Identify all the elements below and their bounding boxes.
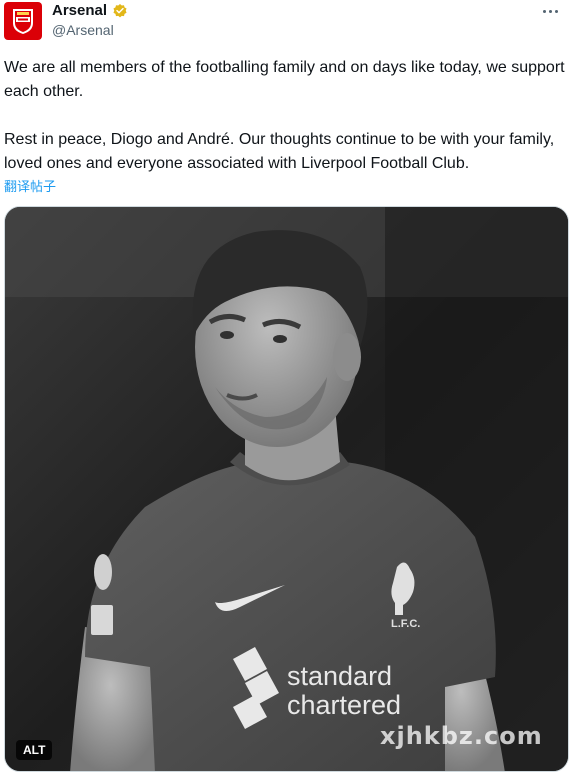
alt-text-badge[interactable]: ALT	[16, 740, 53, 760]
handle[interactable]: @Arsenal	[52, 22, 114, 38]
sponsor-line-1: standard	[287, 661, 392, 691]
player-photo: L.F.C. standard chartered	[5, 207, 568, 771]
crest-text: L.F.C.	[391, 618, 420, 630]
tweet-paragraph-2: Rest in peace, Diogo and André. Our thou…	[4, 131, 555, 172]
more-options-icon[interactable]	[538, 2, 562, 20]
tweet-paragraph-1: We are all members of the footballing fa…	[4, 59, 565, 100]
sponsor-line-2: chartered	[287, 690, 401, 720]
arsenal-crest-icon	[13, 9, 33, 34]
tweet-text: We are all members of the footballing fa…	[4, 56, 566, 176]
watermark: xjhkbz.com	[380, 722, 543, 750]
tweet-header: Arsenal @Arsenal	[0, 0, 574, 44]
display-name[interactable]: Arsenal	[52, 2, 107, 19]
avatar[interactable]	[4, 2, 42, 40]
verified-badge-icon	[113, 3, 127, 17]
translate-post-link[interactable]: 翻译帖子	[4, 176, 56, 195]
tweet-photo[interactable]: L.F.C. standard chartered	[4, 206, 569, 772]
